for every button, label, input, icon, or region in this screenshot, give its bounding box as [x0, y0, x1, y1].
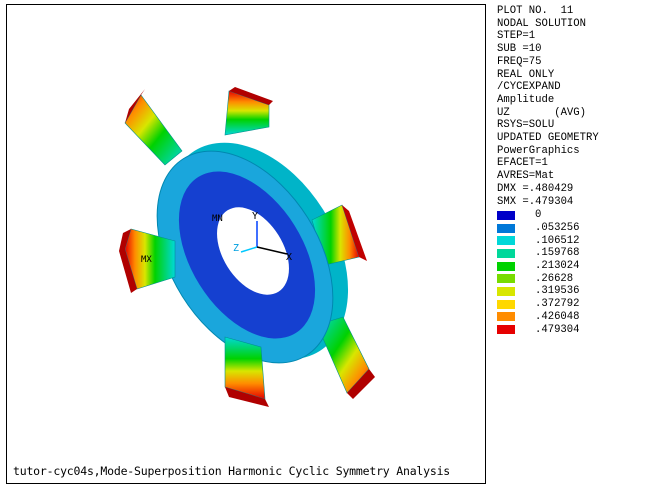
legend-row: 0: [497, 209, 647, 222]
legend-swatch: [497, 210, 515, 220]
axis-z-label: Z: [233, 243, 239, 254]
axis-y-label: Y: [252, 211, 258, 222]
axis-x-label: X: [286, 252, 292, 263]
contour-legend: 0.053256.106512.159768.213024.26628.3195…: [497, 209, 647, 336]
legend-value: .319536: [535, 285, 580, 298]
info-line: SMX =.479304: [497, 195, 574, 208]
graphics-viewport[interactable]: Y Z X MX MN tutor-cyc04s,Mode-Superposit…: [6, 4, 486, 484]
legend-swatch: [497, 248, 515, 258]
legend-row: .372792: [497, 298, 647, 311]
legend-value: .053256: [535, 222, 580, 235]
info-line: /CYCEXPAND: [497, 81, 561, 94]
legend-row: .319536: [497, 285, 647, 298]
info-line: SUB =10: [497, 43, 542, 56]
legend-row: .213024: [497, 260, 647, 273]
max-marker: MX: [141, 255, 152, 265]
info-line: PowerGraphics: [497, 144, 580, 157]
legend-row: .106512: [497, 234, 647, 247]
info-line: RSYS=SOLU: [497, 119, 555, 132]
legend-row: .479304: [497, 323, 647, 336]
info-line: Amplitude: [497, 93, 555, 106]
legend-row: .26628: [497, 272, 647, 285]
legend-row: .053256: [497, 222, 647, 235]
plot-caption: tutor-cyc04s,Mode-Superposition Harmonic…: [13, 464, 451, 478]
info-line: EFACET=1: [497, 157, 548, 170]
legend-value: .26628: [535, 272, 574, 285]
legend-value: .372792: [535, 298, 580, 311]
legend-row: .426048: [497, 311, 647, 324]
legend-swatch: [497, 236, 515, 246]
legend-swatch: [497, 286, 515, 296]
info-line: FREQ=75: [497, 55, 542, 68]
legend-swatch: [497, 299, 515, 309]
info-line: DMX =.480429: [497, 182, 574, 195]
legend-value: .159768: [535, 247, 580, 260]
info-line: AVRES=Mat: [497, 170, 555, 183]
info-line: PLOT NO. 11: [497, 5, 574, 17]
info-line: UPDATED GEOMETRY: [497, 132, 599, 145]
legend-swatch: [497, 274, 515, 284]
info-line: STEP=1: [497, 30, 536, 43]
info-line: NODAL SOLUTION: [497, 17, 587, 30]
legend-value: .106512: [535, 234, 580, 247]
legend-swatch: [497, 312, 515, 322]
plot-info-panel: PLOT NO. 11 NODAL SOLUTION STEP=1 SUB =1…: [497, 5, 647, 208]
model-plot[interactable]: Y Z X MX MN: [7, 5, 485, 483]
info-line: UZ (AVG): [497, 106, 587, 119]
info-line: REAL ONLY: [497, 68, 555, 81]
legend-swatch: [497, 325, 515, 335]
legend-swatch: [497, 223, 515, 233]
legend-value: .213024: [535, 260, 580, 273]
legend-value: .479304: [535, 323, 580, 336]
legend-swatch: [497, 261, 515, 271]
legend-value: .426048: [535, 310, 580, 323]
legend-value: 0: [535, 209, 542, 222]
min-marker: MN: [212, 214, 223, 224]
legend-row: .159768: [497, 247, 647, 260]
